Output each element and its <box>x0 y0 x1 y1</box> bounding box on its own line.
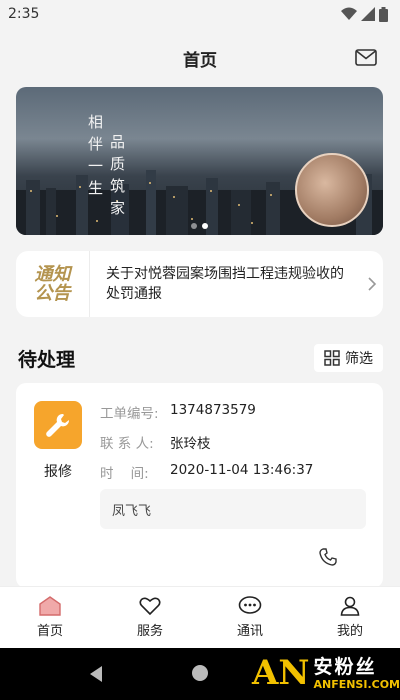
tab-messages-label: 通讯 <box>236 624 263 639</box>
bottom-tab-bar: 首页 服务 通讯 我的 <box>0 586 400 648</box>
page-title: 首页 <box>183 50 217 71</box>
banner-dot-active[interactable] <box>202 223 208 229</box>
filter-label: 筛选 <box>345 351 373 367</box>
order-no-label: 工单编号: <box>100 406 159 422</box>
tab-messages[interactable]: 通讯 <box>200 587 300 648</box>
banner-pagination <box>16 223 383 229</box>
status-icons <box>341 6 388 22</box>
remark-box: 凤飞飞 <box>100 489 366 529</box>
status-bar: 2:35 <box>0 0 400 28</box>
battery-icon <box>379 6 388 22</box>
time-label: 时 间: <box>100 466 149 482</box>
mail-button[interactable] <box>354 46 378 68</box>
watermark-cn: 安粉丝 <box>313 655 377 678</box>
time-row: 时 间: 2020-11-04 13:46:37 <box>100 462 313 482</box>
tab-service-label: 服务 <box>136 624 163 639</box>
watermark-en: ANFENSI.COM <box>313 677 400 691</box>
chat-icon <box>238 596 262 614</box>
pending-section-header: 待处理 筛选 <box>18 344 383 372</box>
grid-icon <box>324 350 340 366</box>
wifi-icon <box>341 7 357 20</box>
order-no-row: 工单编号: 1374873579 <box>100 402 256 422</box>
time-value: 2020-11-04 13:46:37 <box>170 462 314 478</box>
back-icon[interactable] <box>90 666 102 682</box>
app-header: 首页 <box>0 38 400 78</box>
status-time: 2:35 <box>8 6 40 22</box>
notice-logo-line1: 通知 <box>34 264 71 285</box>
home-icon <box>39 596 61 616</box>
chevron-right-icon <box>368 277 377 291</box>
heart-icon <box>139 597 161 616</box>
wrench-icon <box>46 413 70 437</box>
contact-label: 联 系 人: <box>100 436 154 452</box>
banner-text-col1: 相伴一生 <box>88 113 106 197</box>
watermark-mark: AN <box>252 653 310 693</box>
contact-value: 张玲枝 <box>170 436 211 452</box>
tab-profile[interactable]: 我的 <box>300 587 400 648</box>
tab-service[interactable]: 服务 <box>100 587 200 648</box>
home-circle-icon[interactable] <box>192 665 208 681</box>
site-watermark: AN 安粉丝 ANFENSI.COM <box>252 654 400 692</box>
notice-logo-line2: 公告 <box>34 283 71 304</box>
promo-banner[interactable]: 相伴一生 品质筑家 <box>16 87 383 235</box>
system-nav-bar: AN 安粉丝 ANFENSI.COM <box>0 648 400 700</box>
phone-icon <box>319 548 337 566</box>
work-order-card[interactable]: 报修 工单编号: 1374873579 联 系 人: 张玲枝 时 间: 2020… <box>16 383 383 588</box>
notice-bar[interactable]: 通知 公告 关于对悦蓉园案场围挡工程违规验收的处罚通报 <box>16 251 383 317</box>
call-button[interactable] <box>316 545 340 569</box>
banner-building-medallion <box>295 153 369 227</box>
pending-title: 待处理 <box>18 348 76 371</box>
tab-home-label: 首页 <box>36 624 63 639</box>
notice-logo: 通知 公告 <box>16 251 90 317</box>
signal-icon <box>361 7 375 21</box>
order-no-value: 1374873579 <box>170 402 256 418</box>
user-icon <box>340 596 360 616</box>
mail-icon <box>355 48 377 66</box>
tab-home[interactable]: 首页 <box>0 587 100 648</box>
banner-dot[interactable] <box>191 223 197 229</box>
repair-type-label: 报修 <box>44 464 72 480</box>
filter-button[interactable]: 筛选 <box>314 344 383 372</box>
banner-text-col2: 品质筑家 <box>110 133 128 217</box>
tab-profile-label: 我的 <box>336 624 363 639</box>
contact-row: 联 系 人: 张玲枝 <box>100 432 211 452</box>
notice-text: 关于对悦蓉园案场围挡工程违规验收的处罚通报 <box>106 266 344 302</box>
repair-type-badge <box>34 401 82 449</box>
